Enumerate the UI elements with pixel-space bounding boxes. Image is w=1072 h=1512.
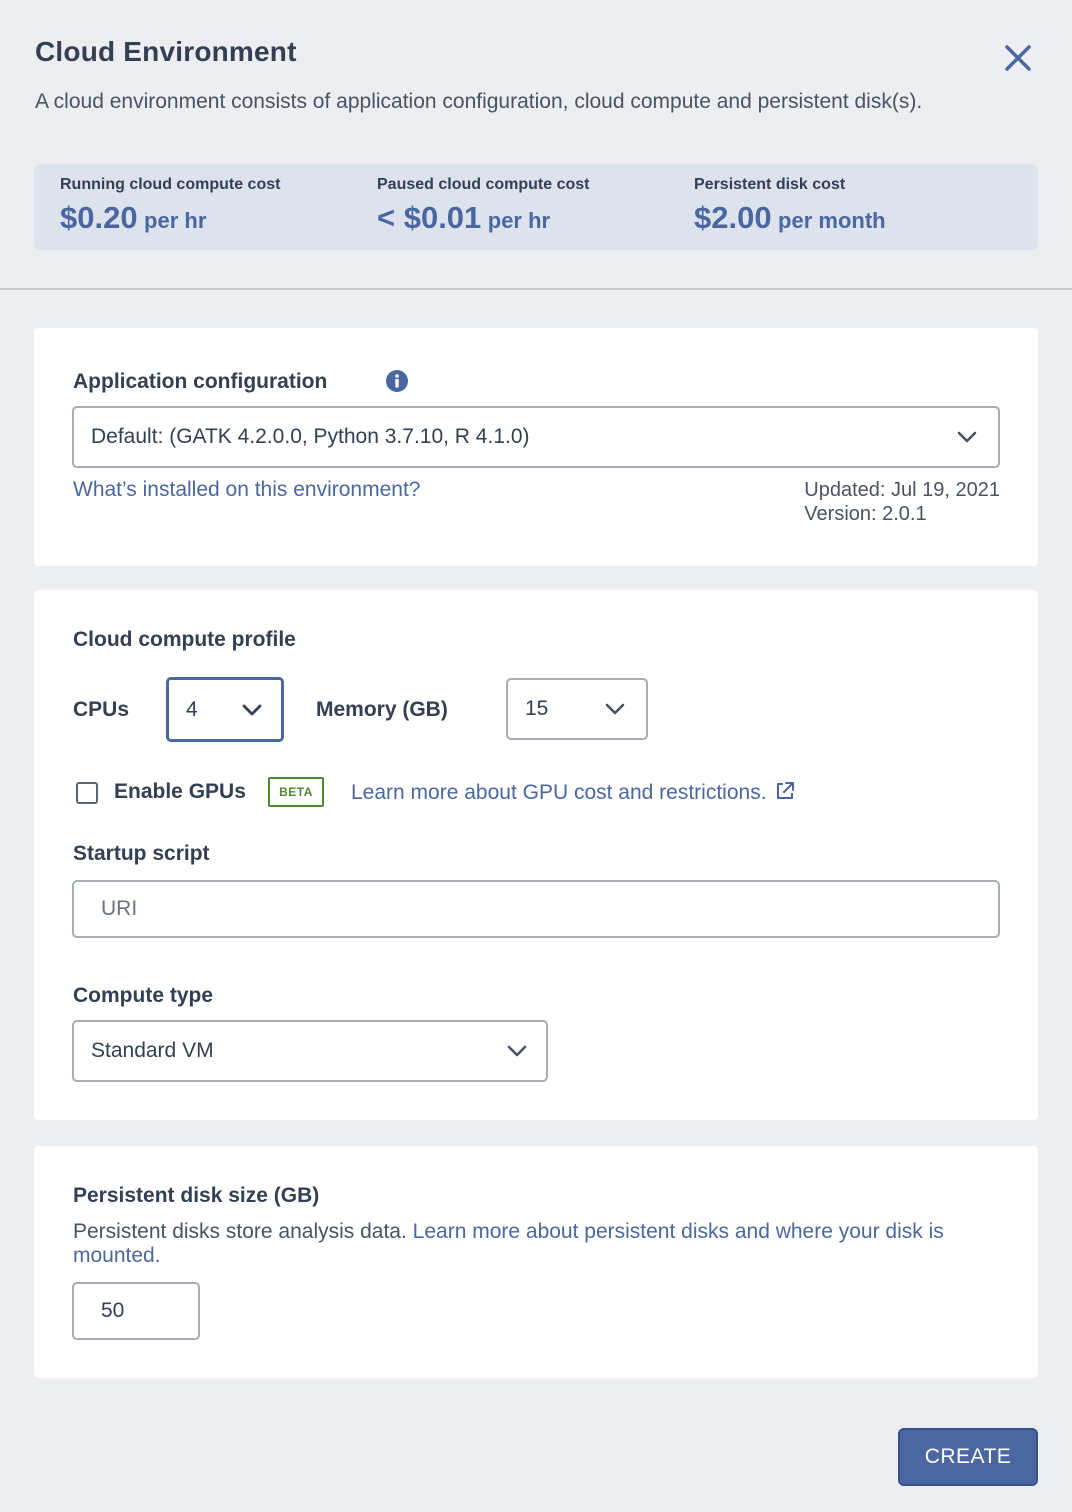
compute-type-value: Standard VM xyxy=(91,1039,214,1062)
disk-size-input[interactable] xyxy=(72,1282,200,1340)
disk-description: Persistent disks store analysis data. Le… xyxy=(73,1220,1003,1268)
external-link-icon xyxy=(777,782,795,799)
memory-select[interactable]: 15 xyxy=(506,678,648,740)
dialog-title: Cloud Environment xyxy=(35,36,297,67)
disk-cost-label: Persistent disk cost xyxy=(694,176,846,193)
disk-description-text: Persistent disks store analysis data. xyxy=(73,1220,407,1243)
dialog-description: A cloud environment consists of applicat… xyxy=(35,90,923,113)
close-button[interactable] xyxy=(1000,40,1036,76)
disk-cost: Persistent disk cost $2.00 per month xyxy=(694,176,886,236)
persistent-disk-card: Persistent disk size (GB) Persistent dis… xyxy=(34,1146,1038,1378)
startup-script-input[interactable] xyxy=(72,880,1000,938)
updated-date: Updated: Jul 19, 2021 xyxy=(804,479,1000,501)
info-icon[interactable] xyxy=(385,369,409,393)
running-cost-amount: $0.20 xyxy=(60,200,138,235)
whats-installed-link[interactable]: What’s installed on this environment? xyxy=(73,478,420,502)
app-config-card: Application configuration Default: (GATK… xyxy=(34,328,1038,566)
chevron-down-icon xyxy=(242,704,262,715)
close-icon xyxy=(1005,45,1031,71)
gpu-learn-more-link[interactable]: Learn more about GPU cost and restrictio… xyxy=(351,780,796,805)
cpus-value: 4 xyxy=(186,697,198,721)
enable-gpus-label[interactable]: Enable GPUs xyxy=(114,780,246,804)
chevron-down-icon xyxy=(507,1045,527,1057)
disk-cost-amount: $2.00 xyxy=(694,200,772,235)
enable-gpus-checkbox[interactable] xyxy=(76,782,98,804)
beta-badge: BETA xyxy=(268,777,324,807)
app-version: Version: 2.0.1 xyxy=(804,503,927,525)
running-cost: Running cloud compute cost $0.20 per hr xyxy=(60,176,280,236)
paused-cost: Paused cloud compute cost < $0.01 per hr xyxy=(377,176,589,236)
compute-type-label: Compute type xyxy=(73,984,214,1007)
memory-label: Memory (GB) xyxy=(316,698,448,721)
chevron-down-icon xyxy=(957,431,977,443)
chevron-down-icon xyxy=(605,703,625,715)
compute-type-select[interactable]: Standard VM xyxy=(72,1020,548,1082)
app-config-value: Default: (GATK 4.2.0.0, Python 3.7.10, R… xyxy=(91,425,530,448)
compute-profile-label: Cloud compute profile xyxy=(73,628,296,651)
app-config-select[interactable]: Default: (GATK 4.2.0.0, Python 3.7.10, R… xyxy=(72,406,1000,468)
gpu-learn-more-text: Learn more about GPU cost and restrictio… xyxy=(351,781,767,804)
paused-cost-unit: per hr xyxy=(487,208,551,233)
running-cost-label: Running cloud compute cost xyxy=(60,176,281,193)
app-config-meta: Updated: Jul 19, 2021 Version: 2.0.1 xyxy=(804,478,1000,526)
paused-cost-label: Paused cloud compute cost xyxy=(377,176,590,193)
cost-summary-panel: Running cloud compute cost $0.20 per hr … xyxy=(34,164,1038,250)
running-cost-unit: per hr xyxy=(144,208,207,233)
create-button[interactable]: CREATE xyxy=(898,1428,1038,1486)
compute-profile-card: Cloud compute profile CPUs 4 Memory (GB)… xyxy=(34,590,1038,1120)
disk-cost-unit: per month xyxy=(778,208,886,233)
header-divider xyxy=(0,288,1072,290)
disk-size-label: Persistent disk size (GB) xyxy=(73,1184,320,1207)
cpus-label: CPUs xyxy=(73,698,130,721)
memory-value: 15 xyxy=(525,697,549,720)
startup-script-label: Startup script xyxy=(73,842,210,865)
paused-cost-amount: < $0.01 xyxy=(377,200,482,235)
cpus-select[interactable]: 4 xyxy=(166,677,284,742)
app-config-label: Application configuration xyxy=(73,370,328,393)
